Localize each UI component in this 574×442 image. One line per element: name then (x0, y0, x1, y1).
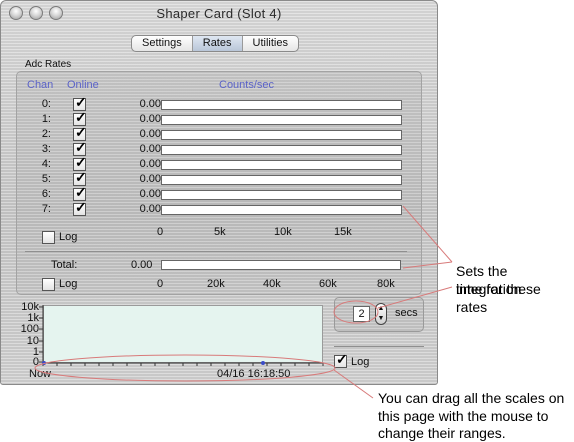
plot-x-time[interactable]: 04/16 16:18:50 (217, 368, 290, 380)
stepper-down-icon[interactable]: ▼ (376, 314, 386, 324)
plot-x-now[interactable]: Now (29, 368, 51, 380)
plot-marker-time (261, 361, 265, 365)
plot-log-checkbox[interactable]: ✓ (334, 351, 348, 368)
annotation-integration-line2: time for these rates (456, 281, 541, 315)
annotation-drag-line1: You can drag all the scales on (378, 390, 565, 406)
check-icon: ✓ (336, 351, 348, 367)
plot-marker-now (42, 361, 46, 365)
plot-y-tick[interactable]: 100 (5, 323, 39, 335)
integration-time-field[interactable]: 2 (353, 306, 370, 322)
plot-log-label: Log (351, 356, 370, 368)
annotation-drag-line3: change their ranges. (378, 425, 506, 441)
plot-y-tick[interactable]: 0 (5, 356, 39, 368)
annotation-drag-line2: this page with the mouse to (378, 408, 549, 424)
integration-stepper[interactable]: ▲ ▼ (375, 303, 387, 325)
integration-unit: secs (395, 307, 418, 319)
plot-log-divider (334, 346, 424, 347)
shaper-card-window: Shaper Card (Slot 4) Settings Rates Util… (0, 0, 438, 385)
stepper-up-icon[interactable]: ▲ (376, 304, 386, 314)
